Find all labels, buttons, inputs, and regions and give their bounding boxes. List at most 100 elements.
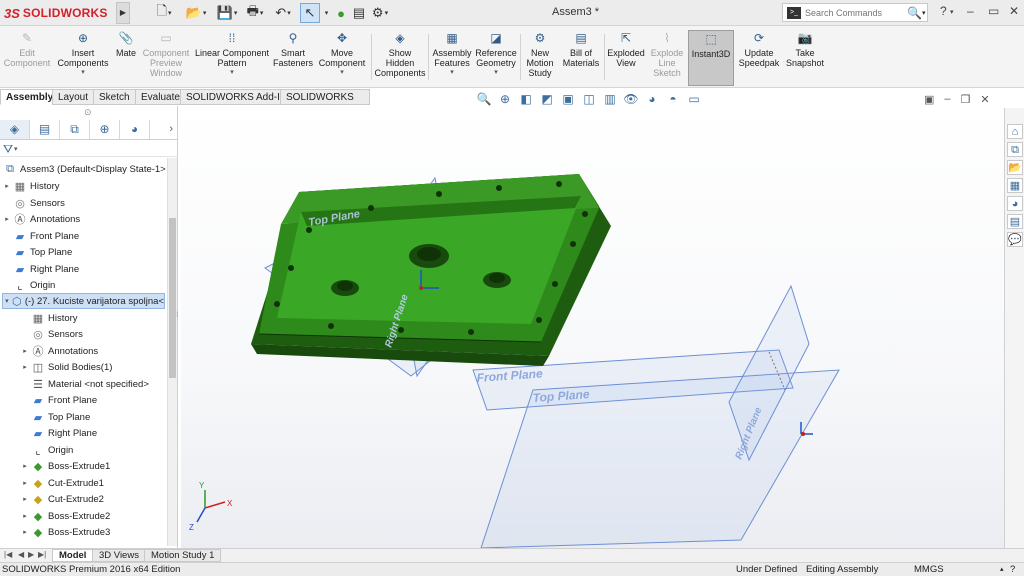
first-tab-arrow-icon[interactable]: |◀ <box>4 550 12 559</box>
tree-item-sensors[interactable]: ◎ Sensors <box>2 195 65 211</box>
scrollbar-thumb[interactable] <box>169 218 176 378</box>
close-button[interactable]: ✕ <box>1009 4 1019 18</box>
minimize-viewport-icon[interactable]: – <box>944 93 950 106</box>
dimxpert-manager-tab-icon[interactable]: ⊕ <box>90 120 120 139</box>
tree-item-cut-extrude2[interactable]: ▸ ◆ Cut-Extrude2 <box>20 491 104 507</box>
panel-collapse-icon[interactable]: › <box>169 123 173 135</box>
tree-item-solid-bodies[interactable]: ▸ ◫ Solid Bodies(1) <box>20 359 112 375</box>
tab-layout[interactable]: Layout <box>52 89 95 105</box>
tree-item-boss-extrude3[interactable]: ▸ ◆ Boss-Extrude3 <box>20 524 110 540</box>
tree-item-component-front-plane[interactable]: ▰ Front Plane <box>20 392 97 408</box>
reference-triad[interactable]: X Y Z <box>189 481 233 532</box>
show-hidden-components-button[interactable]: ◈ Show Hidden Components <box>374 30 426 86</box>
expand-icon[interactable]: ▸ <box>20 495 30 503</box>
tree-item-component-origin[interactable]: ⌞ Origin <box>20 442 73 458</box>
filter-icon[interactable]: ⛛ <box>3 142 13 157</box>
appearances-icon[interactable]: ◕ <box>1007 196 1023 211</box>
tab-evaluate[interactable]: Evaluate <box>135 89 186 105</box>
tree-item-top-plane[interactable]: ▰ Top Plane <box>2 244 73 260</box>
tree-item-cut-extrude1[interactable]: ▸ ◆ Cut-Extrude1 <box>20 475 104 491</box>
tab-sketch[interactable]: Sketch <box>93 89 136 105</box>
new-motion-study-button[interactable]: ⚙ New Motion Study <box>522 30 558 86</box>
expand-icon[interactable]: ▸ <box>20 512 30 520</box>
expand-icon[interactable]: ▸ <box>20 363 30 371</box>
restore-viewport-icon[interactable]: ❐ <box>961 93 971 106</box>
expand-icon[interactable]: ▸ <box>20 479 30 487</box>
save-button[interactable]: 💾 ▾ <box>214 3 240 23</box>
minimize-button[interactable]: – <box>967 4 974 18</box>
linear-component-pattern-button[interactable]: ⁞⁞ Linear Component Pattern ▾ <box>194 30 270 86</box>
options-button[interactable]: ⚙ ▾ <box>369 3 391 23</box>
tree-item-material[interactable]: ☰ Material <not specified> <box>20 376 149 392</box>
property-manager-tab-icon[interactable]: ▤ <box>30 120 60 139</box>
tree-item-history[interactable]: ▸ ▦ History <box>2 178 59 194</box>
model-view[interactable]: Front Plane Top Plane Right Plane Top Pl… <box>181 108 1004 548</box>
tree-item-origin[interactable]: ⌞ Origin <box>2 277 55 293</box>
tree-scrollbar[interactable] <box>167 158 177 546</box>
file-explorer-icon[interactable]: ▦ <box>1007 178 1023 193</box>
tree-item-component-top-plane[interactable]: ▰ Top Plane <box>20 409 91 425</box>
tree-item-component-annotations[interactable]: ▸ Ⓐ Annotations <box>20 343 98 359</box>
expand-icon[interactable]: ▸ <box>20 462 30 470</box>
chevron-down-icon[interactable]: ▾ <box>922 9 926 17</box>
insert-components-button[interactable]: ⊕ Insert Components ▾ <box>54 30 112 86</box>
view-orientation-icon[interactable]: ◫ <box>581 92 597 108</box>
resources-icon[interactable]: ⧉ <box>1007 142 1023 157</box>
move-component-button[interactable]: ✥ Move Component ▾ <box>316 30 368 86</box>
expand-icon[interactable]: ▸ <box>2 182 12 190</box>
new-document-button[interactable]: 🗋 ▾ <box>150 3 178 23</box>
edit-appearance-icon[interactable]: ◕ <box>644 92 660 108</box>
expand-icon[interactable]: ▸ <box>2 215 12 223</box>
configuration-manager-tab-icon[interactable]: ⧉ <box>60 120 90 139</box>
feature-manager-tab-icon[interactable]: ◈ <box>0 120 30 139</box>
tree-item-component-right-plane[interactable]: ▰ Right Plane <box>20 425 97 441</box>
explode-line-sketch-button[interactable]: ⌇ Explode Line Sketch <box>648 30 686 86</box>
tree-item-component-sensors[interactable]: ◎ Sensors <box>20 326 83 342</box>
help-dropdown-icon[interactable]: ▾ <box>950 8 954 16</box>
view-settings-icon[interactable]: ▭ <box>686 92 702 108</box>
tree-item-front-plane[interactable]: ▰ Front Plane <box>2 228 79 244</box>
rebuild-button[interactable]: ● <box>333 3 349 23</box>
tree-item-annotations[interactable]: ▸ Ⓐ Annotations <box>2 211 80 227</box>
display-style-icon[interactable]: ▥ <box>602 92 618 108</box>
take-snapshot-button[interactable]: 📷 Take Snapshot <box>784 30 826 86</box>
exploded-view-button[interactable]: ⇱ Exploded View <box>606 30 646 86</box>
chevron-down-icon[interactable]: ▾ <box>14 145 18 153</box>
previous-view-icon[interactable]: ◧ <box>518 92 534 108</box>
part-body[interactable] <box>251 174 611 366</box>
tree-item-component-history[interactable]: ▦ History <box>20 310 78 326</box>
help-icon[interactable]: ? <box>1010 563 1015 576</box>
home-icon[interactable]: ⌂ <box>1007 124 1023 139</box>
tab-3d-views[interactable]: 3D Views <box>92 549 146 562</box>
collapse-icon[interactable]: ▾ <box>3 297 11 305</box>
undo-button[interactable]: ↶ ▾ <box>270 3 296 23</box>
tab-solidworks-mbd[interactable]: SOLIDWORKS MBD <box>280 89 370 118</box>
menu-expand-arrow[interactable]: ▶ <box>116 2 130 24</box>
dynamic-annotation-icon[interactable]: ▣ <box>560 92 576 108</box>
solidworks-logo[interactable]: 3S SOLIDWORKS <box>4 4 108 22</box>
restore-button[interactable]: ▭ <box>988 4 999 18</box>
search-icon[interactable]: 🔍 <box>907 6 922 20</box>
units-status[interactable]: MMGS <box>914 563 944 576</box>
tree-item-boss-extrude2[interactable]: ▸ ◆ Boss-Extrude2 <box>20 508 110 524</box>
instant3d-button[interactable]: ⬚ Instant3D <box>688 30 734 86</box>
editing-mode-status[interactable]: Editing Assembly <box>806 563 878 576</box>
custom-properties-icon[interactable]: ▤ <box>1007 214 1023 229</box>
section-view-icon[interactable]: ◩ <box>539 92 555 108</box>
apply-scene-icon[interactable]: ◓ <box>665 92 681 108</box>
component-preview-window-button[interactable]: ▭ Component Preview Window <box>140 30 192 86</box>
zoom-to-fit-icon[interactable]: 🔍 <box>476 92 492 108</box>
tab-model[interactable]: Model <box>52 549 94 562</box>
tree-item-boss-extrude1[interactable]: ▸ ◆ Boss-Extrude1 <box>20 458 110 474</box>
prev-tab-arrow-icon[interactable]: ◀ <box>18 550 24 559</box>
search-input[interactable] <box>805 7 905 18</box>
tab-assembly[interactable]: Assembly <box>0 89 60 105</box>
tile-icon[interactable]: ▣ <box>924 93 934 106</box>
tree-item-root[interactable]: ⧉ Assem3 (Default<Display State-1>) <box>2 161 166 177</box>
update-speedpak-button[interactable]: ⟳ Update Speedpak <box>738 30 780 86</box>
tab-solidworks-add-ins[interactable]: SOLIDWORKS Add-Ins <box>180 89 297 105</box>
close-viewport-icon[interactable]: ✕ <box>980 93 989 106</box>
tab-motion-study-1[interactable]: Motion Study 1 <box>144 549 222 562</box>
graphics-area[interactable]: Front Plane Top Plane Right Plane Top Pl… <box>181 108 1004 548</box>
print-button[interactable]: 🖶 ▾ <box>242 3 268 23</box>
